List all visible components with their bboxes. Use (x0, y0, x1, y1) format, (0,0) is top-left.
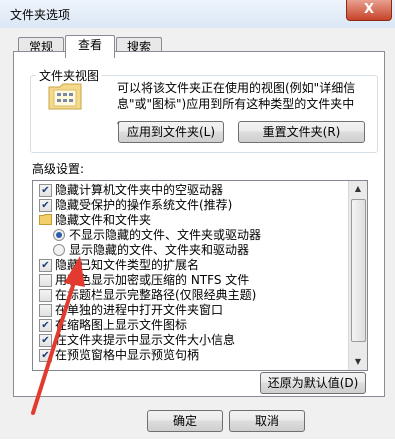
tab-view[interactable]: 查看 (65, 35, 115, 58)
scroll-down-icon[interactable]: ▼ (349, 354, 367, 370)
restore-defaults-button[interactable]: 还原为默认值(D) (260, 372, 366, 394)
setting-label: 显示隐藏的文件、文件夹和驱动器 (69, 243, 250, 257)
folder-view-icon (48, 82, 82, 110)
setting-checkbox[interactable]: ✔ (39, 259, 52, 272)
advanced-settings-label: 高级设置: (32, 162, 85, 176)
setting-checkbox[interactable]: ✔ (39, 199, 52, 212)
folder-views-desc-line2: 息"或"图标")应用到所有这种类型的文件夹中 (117, 97, 355, 111)
setting-label: 隐藏已知文件类型的扩展名 (55, 258, 200, 272)
list-scrollbar[interactable]: ▲ ▼ (348, 181, 367, 370)
setting-radio[interactable] (53, 244, 65, 256)
setting-checkbox[interactable] (39, 274, 52, 287)
apply-to-folders-button[interactable]: 应用到文件夹(L) (118, 121, 224, 143)
setting-checkbox[interactable]: ✔ (39, 349, 52, 362)
setting-label: 隐藏受保护的操作系统文件(推荐) (55, 198, 233, 212)
close-button[interactable]: X (346, 0, 392, 21)
scroll-up-icon[interactable]: ▲ (349, 181, 367, 197)
setting-label: 隐藏文件和文件夹 (55, 213, 152, 227)
advanced-settings-list: ✔ 隐藏计算机文件夹中的空驱动器 ✔ 隐藏受保护的操作系统文件(推荐) 隐藏文件和文件夹… (32, 180, 368, 371)
setting-radio[interactable] (53, 229, 65, 241)
window-title: 文件夹选项 (10, 8, 71, 22)
scroll-thumb[interactable] (351, 199, 366, 342)
ok-button[interactable]: 确定 (147, 410, 223, 432)
reset-folders-button[interactable]: 重置文件夹(R) (238, 121, 365, 143)
cancel-button[interactable]: 取消 (229, 410, 305, 432)
setting-checkbox[interactable]: ✔ (39, 184, 52, 197)
setting-checkbox[interactable] (39, 304, 52, 317)
folder-icon (39, 214, 52, 228)
folder-views-desc-line1: 可以将该文件夹正在使用的视图(例如"详细信 (117, 81, 356, 95)
setting-checkbox[interactable]: ✔ (39, 319, 52, 332)
setting-label: 不显示隐藏的文件、文件夹或驱动器 (69, 228, 262, 242)
setting-label: 在单独的进程中打开文件夹窗口 (55, 303, 224, 317)
setting-label: 用彩色显示加密或压缩的 NTFS 文件 (55, 273, 250, 287)
title-bar: 文件夹选项 X (0, 0, 395, 29)
setting-label: 隐藏计算机文件夹中的空驱动器 (55, 183, 224, 197)
setting-label: 在标题栏显示完整路径(仅限经典主题) (55, 288, 257, 302)
setting-label: 在缩略图上显示文件图标 (55, 318, 188, 332)
setting-label: 在文件夹提示中显示文件大小信息 (55, 333, 236, 347)
setting-checkbox[interactable]: ✔ (39, 334, 52, 347)
setting-label: 在预览窗格中显示预览句柄 (55, 348, 200, 362)
setting-checkbox[interactable] (39, 289, 52, 302)
